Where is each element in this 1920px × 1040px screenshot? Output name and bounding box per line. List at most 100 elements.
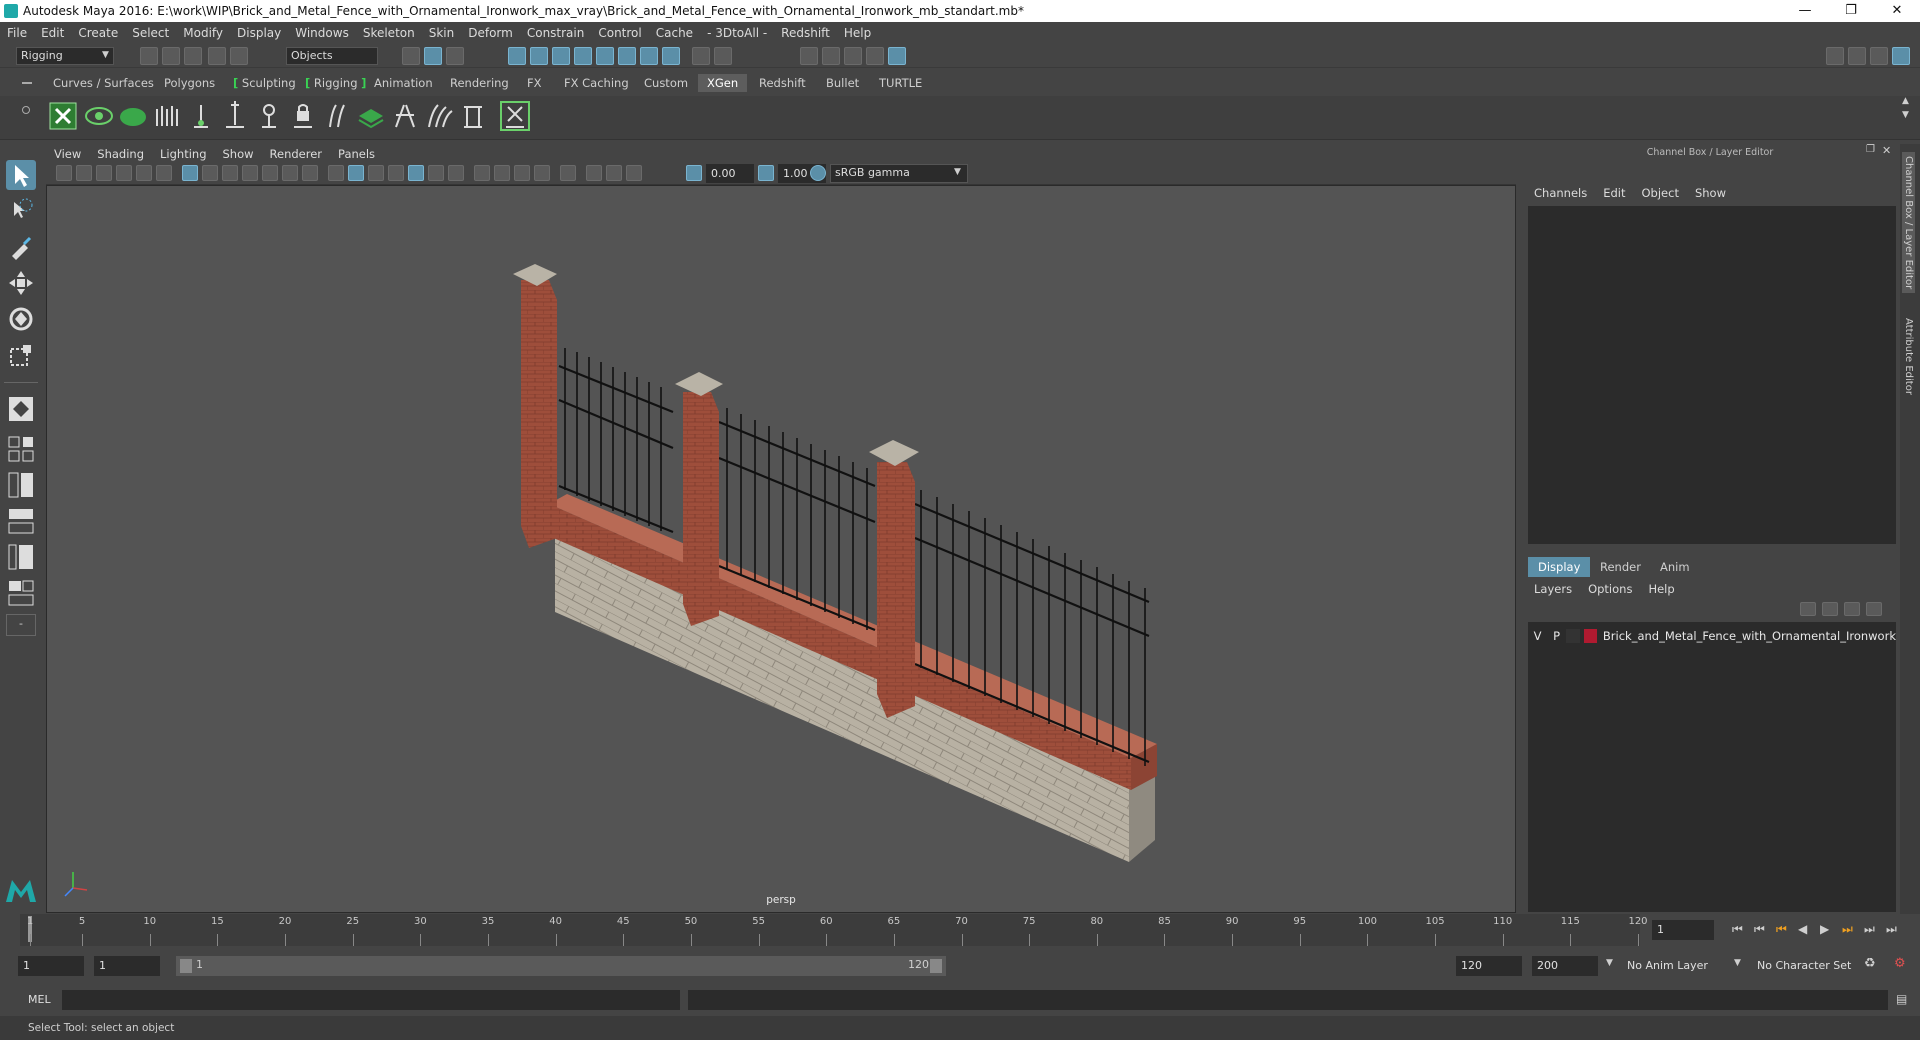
hypershade-icon[interactable] <box>888 47 906 65</box>
tab-rendering[interactable]: Rendering <box>441 74 518 92</box>
render-settings-icon[interactable] <box>866 47 884 65</box>
textured-icon[interactable] <box>408 165 424 181</box>
menu-object[interactable]: Object <box>1634 186 1687 200</box>
resolution-gate-icon[interactable] <box>222 165 238 181</box>
tab-xgen[interactable]: XGen <box>698 74 748 92</box>
render-view-icon[interactable] <box>800 47 818 65</box>
tab-redshift[interactable]: Redshift <box>750 74 815 92</box>
range-end-handle[interactable] <box>930 959 942 973</box>
camera-attributes-icon[interactable] <box>76 165 92 181</box>
snap-point-icon[interactable] <box>552 47 570 65</box>
menu-channels[interactable]: Channels <box>1526 186 1595 200</box>
menu-layer-help[interactable]: Help <box>1640 582 1682 596</box>
single-perspective-layout-icon[interactable] <box>6 394 36 424</box>
menu-3dtoall[interactable]: - 3DtoAll - <box>700 26 774 40</box>
command-language-label[interactable]: MEL <box>28 993 51 1006</box>
menu-cache[interactable]: Cache <box>649 26 700 40</box>
scale-tool-icon[interactable] <box>6 340 36 370</box>
create-layer-from-selected-icon[interactable] <box>1866 602 1882 616</box>
create-empty-layer-icon[interactable] <box>1844 602 1860 616</box>
layer-playback-toggle[interactable]: P <box>1547 629 1566 643</box>
exposure-icon[interactable] <box>686 165 702 181</box>
menu-channel-edit[interactable]: Edit <box>1595 186 1633 200</box>
play-backwards-icon[interactable]: ◀ <box>1798 922 1807 936</box>
select-tool-icon[interactable] <box>6 160 36 190</box>
snap-help-icon[interactable] <box>662 47 680 65</box>
anti-aliasing-icon[interactable] <box>514 165 530 181</box>
bookmark-icon[interactable] <box>96 165 112 181</box>
select-object-icon[interactable] <box>424 47 442 65</box>
animation-start-field[interactable]: 1 <box>18 956 84 976</box>
save-scene-icon[interactable] <box>184 47 202 65</box>
layer-row[interactable]: V P Brick_and_Metal_Fence_with_Ornamenta… <box>1528 626 1896 646</box>
menu-layers[interactable]: Layers <box>1526 582 1580 596</box>
step-forward-key-icon[interactable]: ⏭ <box>1842 922 1853 937</box>
snap-align-icon[interactable] <box>640 47 658 65</box>
tab-animation[interactable]: Animation <box>365 74 442 92</box>
hypershade-layout-icon[interactable] <box>6 578 36 608</box>
close-window-button[interactable]: ✕ <box>1874 0 1920 22</box>
safe-action-icon[interactable] <box>282 165 298 181</box>
default-material-icon[interactable] <box>368 165 384 181</box>
current-frame-field[interactable]: 1 <box>1652 920 1714 940</box>
menu-channel-show[interactable]: Show <box>1687 186 1734 200</box>
viewport-persp[interactable]: persp <box>46 185 1516 913</box>
wireframe-on-shaded-icon[interactable] <box>388 165 404 181</box>
tab-polygons[interactable]: Polygons <box>155 74 224 92</box>
xgen-guide-sculpt-icon[interactable] <box>254 101 284 131</box>
tab-bullet[interactable]: Bullet <box>817 74 868 92</box>
xgen-guide-plus-icon[interactable] <box>220 101 250 131</box>
xgen-primitive-icon[interactable] <box>118 101 148 131</box>
menu-control[interactable]: Control <box>591 26 648 40</box>
shelf-menu-icon[interactable] <box>22 82 32 84</box>
outliner-layout-icon[interactable] <box>6 542 36 572</box>
tab-fx-caching[interactable]: FX Caching <box>555 74 638 92</box>
go-to-start-icon[interactable]: ⏮ <box>1732 922 1743 937</box>
xgen-guide-delete-icon[interactable] <box>500 101 530 131</box>
xray-icon[interactable] <box>586 165 602 181</box>
menu-windows[interactable]: Windows <box>288 26 356 40</box>
animation-preferences-icon[interactable]: ⚙ <box>1894 956 1906 971</box>
tool-settings-icon[interactable] <box>1870 47 1888 65</box>
menu-skeleton[interactable]: Skeleton <box>356 26 422 40</box>
input-output-icon[interactable] <box>714 47 732 65</box>
snap-view-plane-icon[interactable] <box>574 47 592 65</box>
wireframe-icon[interactable] <box>328 165 344 181</box>
select-component-icon[interactable] <box>446 47 464 65</box>
modeling-toolkit-icon[interactable] <box>1826 47 1844 65</box>
gamma-icon[interactable] <box>758 165 774 181</box>
xgen-preview-icon[interactable] <box>84 101 114 131</box>
play-forwards-icon[interactable]: ▶ <box>1820 922 1829 936</box>
render-current-icon[interactable] <box>822 47 840 65</box>
time-slider[interactable]: 1 5 10 15 20 25 30 35 40 45 50 55 60 65 70 75 80 85 90 95 10… <box>20 914 1648 946</box>
menu-help[interactable]: Help <box>837 26 878 40</box>
view-transform-dropdown[interactable]: sRGB gamma <box>830 164 968 183</box>
film-gate-icon[interactable] <box>202 165 218 181</box>
gate-mask-icon[interactable] <box>242 165 258 181</box>
paint-select-tool-icon[interactable] <box>6 232 36 262</box>
tab-turtle[interactable]: TURTLE <box>870 74 931 92</box>
open-scene-icon[interactable] <box>162 47 180 65</box>
menu-modify[interactable]: Modify <box>176 26 230 40</box>
go-to-end-icon[interactable]: ⏭ <box>1886 922 1897 937</box>
persp-outliner-layout-icon[interactable] <box>6 470 36 500</box>
tab-curves-surfaces[interactable]: Curves / Surfaces <box>44 74 163 92</box>
layer-visibility-toggle[interactable]: V <box>1528 629 1547 643</box>
snap-together-icon[interactable] <box>618 47 636 65</box>
four-view-layout-icon[interactable] <box>6 434 36 464</box>
menu-redshift[interactable]: Redshift <box>774 26 837 40</box>
2d-pan-zoom-icon[interactable] <box>136 165 152 181</box>
shelf-scroll-up-icon[interactable]: ▲ <box>1902 96 1909 106</box>
select-hierarchy-icon[interactable] <box>402 47 420 65</box>
grid-icon[interactable] <box>182 165 198 181</box>
menuset-dropdown[interactable]: Rigging <box>16 47 114 65</box>
motion-blur-icon[interactable] <box>494 165 510 181</box>
playback-end-field[interactable]: 120 <box>1456 956 1522 976</box>
tab-custom[interactable]: Custom <box>635 74 697 92</box>
color-management-icon[interactable] <box>810 165 826 181</box>
attribute-editor-icon[interactable] <box>1848 47 1866 65</box>
tab-display-layers[interactable]: Display <box>1528 557 1591 577</box>
xgen-guide-curve-icon[interactable] <box>322 101 352 131</box>
menu-skin[interactable]: Skin <box>422 26 462 40</box>
shelf-options-icon[interactable] <box>22 106 30 114</box>
